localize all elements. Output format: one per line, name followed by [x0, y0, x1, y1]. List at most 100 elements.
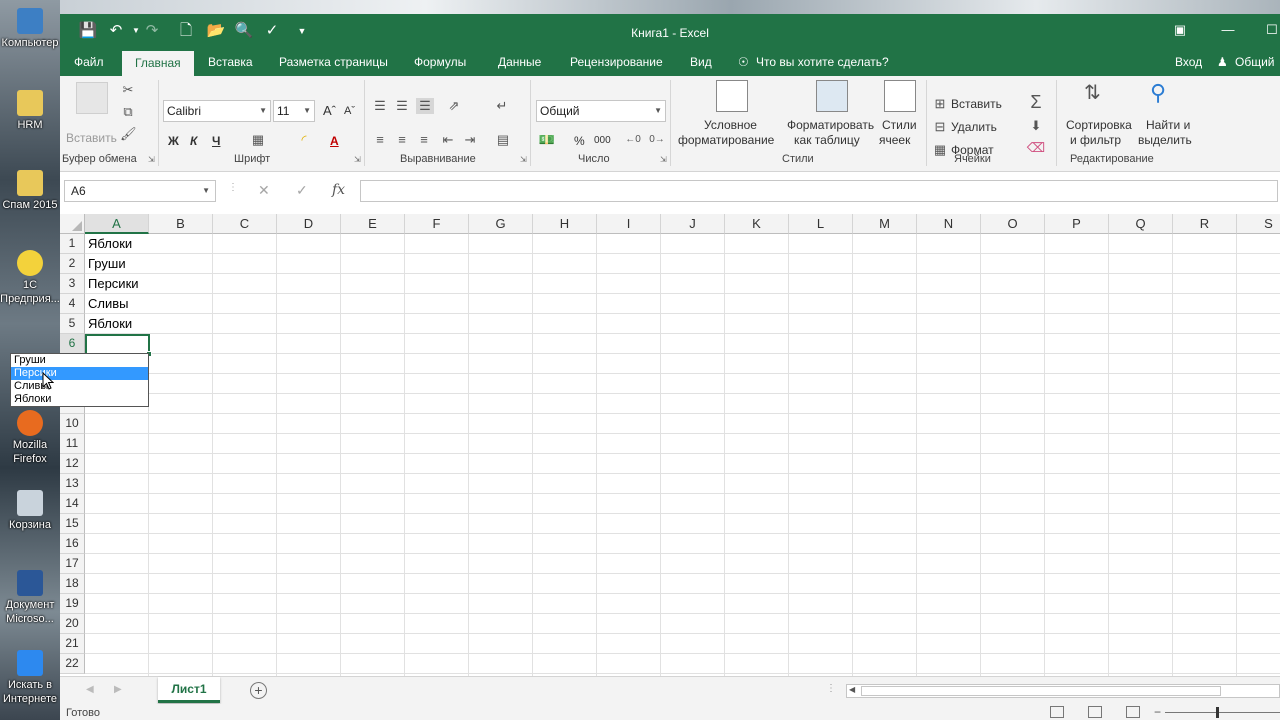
cell-a5[interactable]: Яблоки: [86, 314, 149, 333]
column-header-g[interactable]: G: [469, 214, 533, 234]
comma-style-button[interactable]: 000: [594, 134, 611, 148]
row-header-13[interactable]: 13: [60, 474, 85, 494]
find-select-label-2[interactable]: выделить: [1138, 133, 1192, 147]
tab-home[interactable]: Главная: [122, 51, 194, 76]
horizontal-scrollbar[interactable]: ◀: [846, 684, 1280, 698]
column-header-j[interactable]: J: [661, 214, 725, 234]
sort-filter-label-2[interactable]: и фильтр: [1070, 133, 1121, 147]
insert-cells-icon[interactable]: ⊞: [932, 96, 948, 112]
ribbon-display-options-icon[interactable]: ▣: [1170, 22, 1190, 38]
select-all-button[interactable]: [60, 214, 85, 234]
minimize-icon[interactable]: —: [1218, 22, 1238, 37]
conditional-formatting-label-1[interactable]: Условное: [704, 118, 757, 132]
currency-format-icon[interactable]: 💵: [538, 132, 556, 148]
bold-button[interactable]: Ж: [168, 134, 179, 148]
borders-icon[interactable]: ▦: [250, 132, 266, 148]
fill-icon[interactable]: ⬇: [1026, 118, 1046, 134]
cell-styles-label-2[interactable]: ячеек: [879, 133, 910, 147]
clipboard-launcher-icon[interactable]: ⇲: [148, 155, 155, 164]
tab-insert[interactable]: Вставка: [208, 54, 253, 70]
tab-split-handle-icon[interactable]: ⋮: [826, 683, 836, 694]
row-header-3[interactable]: 3: [60, 274, 85, 294]
page-break-view-icon[interactable]: [1126, 706, 1140, 718]
align-middle-icon[interactable]: ☰: [394, 98, 410, 114]
column-header-a[interactable]: A: [85, 214, 149, 234]
row-header-6[interactable]: 6: [60, 334, 85, 354]
font-size-combo[interactable]: 11 ▼: [273, 100, 315, 122]
tab-review[interactable]: Рецензирование: [570, 54, 663, 70]
normal-view-icon[interactable]: [1050, 706, 1064, 718]
column-header-f[interactable]: F: [405, 214, 469, 234]
decrease-font-icon[interactable]: Aˇ: [344, 104, 355, 118]
dropdown-option[interactable]: Сливы: [11, 380, 148, 393]
column-header-l[interactable]: L: [789, 214, 853, 234]
delete-cells-button[interactable]: Удалить: [951, 120, 997, 134]
column-header-i[interactable]: I: [597, 214, 661, 234]
zoom-slider-thumb[interactable]: [1216, 707, 1219, 718]
decrease-decimal-icon[interactable]: 0→: [648, 132, 666, 148]
column-header-d[interactable]: D: [277, 214, 341, 234]
align-right-icon[interactable]: ≡: [416, 132, 432, 148]
tell-me-search[interactable]: Что вы хотите сделать?: [756, 54, 889, 70]
column-header-h[interactable]: H: [533, 214, 597, 234]
formula-bar-handle-icon[interactable]: ⋮: [228, 182, 238, 193]
dropdown-option[interactable]: Персики: [11, 367, 148, 380]
sheet-scroll-right-icon[interactable]: ▶: [114, 684, 122, 695]
number-format-combo[interactable]: Общий ▼: [536, 100, 666, 122]
dropdown-option[interactable]: Груши: [11, 354, 148, 367]
column-header-b[interactable]: B: [149, 214, 213, 234]
cell-a1[interactable]: Яблоки: [86, 234, 149, 253]
cell-styles-icon[interactable]: [884, 80, 916, 112]
column-header-m[interactable]: M: [853, 214, 917, 234]
share-user-icon[interactable]: ♟: [1217, 54, 1228, 70]
paste-icon[interactable]: [76, 82, 108, 114]
conditional-formatting-label-2[interactable]: форматирование: [678, 133, 774, 147]
row-header-16[interactable]: 16: [60, 534, 85, 554]
tab-file[interactable]: Файл: [74, 54, 104, 70]
format-cells-icon[interactable]: ▦: [932, 142, 948, 158]
increase-indent-icon[interactable]: ⇥: [462, 132, 478, 148]
cell-a4[interactable]: Сливы: [86, 294, 149, 313]
zoom-out-icon[interactable]: −: [1154, 705, 1161, 719]
row-header-11[interactable]: 11: [60, 434, 85, 454]
row-header-10[interactable]: 10: [60, 414, 85, 434]
column-header-k[interactable]: K: [725, 214, 789, 234]
insert-function-button[interactable]: fx: [332, 182, 345, 198]
find-select-label-1[interactable]: Найти и: [1146, 118, 1190, 132]
column-header-q[interactable]: Q: [1109, 214, 1173, 234]
desktop-icon-firefox[interactable]: Mozilla Firefox: [0, 410, 60, 466]
confirm-entry-icon[interactable]: ✓: [296, 182, 308, 199]
add-sheet-icon[interactable]: +: [250, 682, 267, 699]
insert-cells-button[interactable]: Вставить: [951, 97, 1002, 111]
desktop-icon-1c[interactable]: 1С Предприя...: [0, 250, 60, 306]
active-cell-a6[interactable]: [85, 334, 150, 355]
share-button[interactable]: Общий: [1235, 54, 1275, 70]
cell-a3[interactable]: Персики: [86, 274, 149, 293]
row-header-12[interactable]: 12: [60, 454, 85, 474]
dropdown-option[interactable]: Яблоки: [11, 393, 148, 406]
autosum-icon[interactable]: Σ: [1026, 93, 1046, 111]
desktop-icon-computer[interactable]: Компьютер: [0, 8, 60, 50]
copy-icon[interactable]: ⧉: [120, 104, 136, 120]
column-header-p[interactable]: P: [1045, 214, 1109, 234]
tab-view[interactable]: Вид: [690, 54, 712, 70]
pick-from-list-dropdown[interactable]: Груши Персики Сливы Яблоки: [10, 353, 149, 407]
sort-filter-label-1[interactable]: Сортировка: [1066, 118, 1132, 132]
desktop-icon-recycle-bin[interactable]: Корзина: [0, 490, 60, 532]
clear-icon[interactable]: ⌫: [1026, 140, 1046, 156]
increase-font-icon[interactable]: Aˆ: [323, 104, 336, 118]
tab-formulas[interactable]: Формулы: [414, 54, 466, 70]
decrease-indent-icon[interactable]: ⇤: [440, 132, 456, 148]
sheet-scroll-left-icon[interactable]: ◀: [86, 684, 94, 695]
font-name-combo[interactable]: Calibri ▼: [163, 100, 271, 122]
column-header-n[interactable]: N: [917, 214, 981, 234]
row-header-20[interactable]: 20: [60, 614, 85, 634]
column-header-c[interactable]: C: [213, 214, 277, 234]
desktop-icon-hrm[interactable]: HRM: [0, 90, 60, 132]
wrap-text-icon[interactable]: ↵: [494, 98, 510, 114]
column-header-o[interactable]: O: [981, 214, 1045, 234]
horizontal-scroll-thumb[interactable]: [861, 686, 1221, 696]
increase-decimal-icon[interactable]: ←0: [624, 132, 642, 148]
sign-in-link[interactable]: Вход: [1175, 54, 1202, 70]
align-left-icon[interactable]: ≡: [372, 132, 388, 148]
